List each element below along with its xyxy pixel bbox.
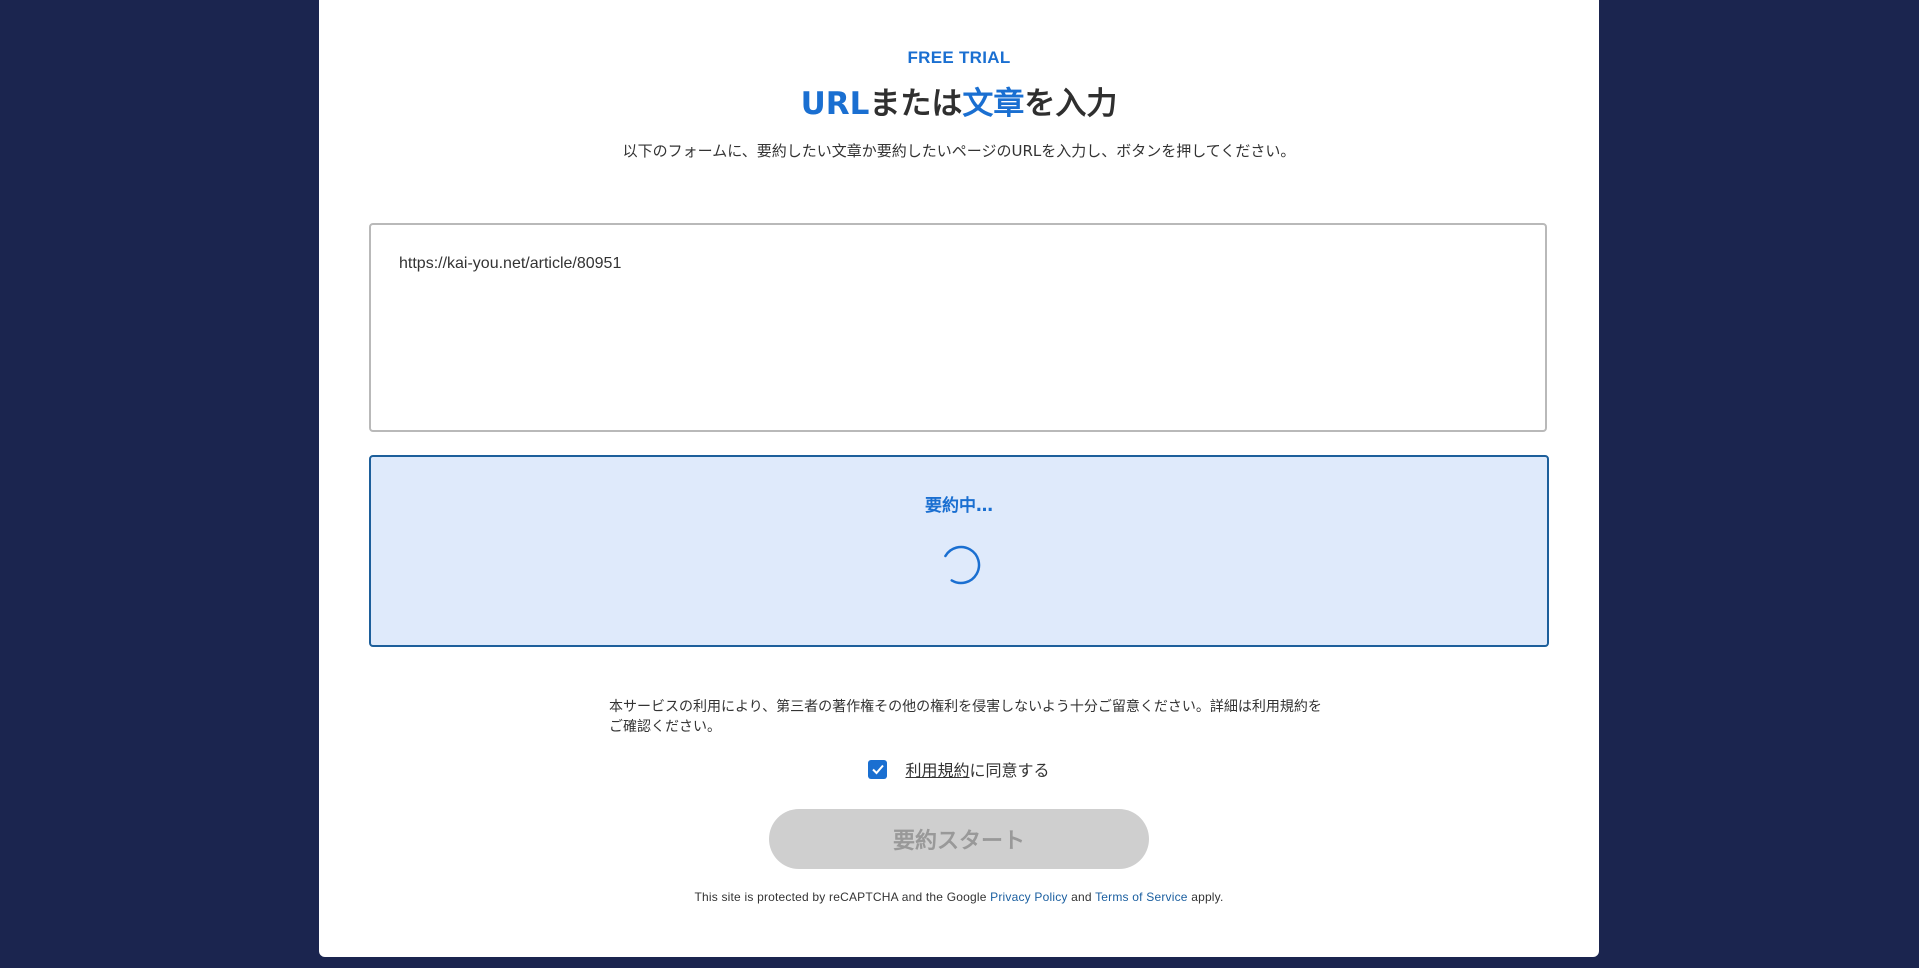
url-or-text-input[interactable]: https://kai-you.net/article/80951 (369, 223, 1547, 432)
summarizing-status-text: 要約中… (925, 496, 993, 516)
recaptcha-suffix: apply. (1187, 890, 1224, 904)
start-summary-button[interactable]: 要約スタート (769, 809, 1149, 869)
title-input: を入力 (1024, 86, 1118, 122)
terms-agree-label: 利用規約に同意する (905, 757, 1049, 781)
loading-spinner-icon (941, 545, 981, 585)
main-card: FREE TRIAL URLまたは文章を入力 以下のフォームに、要約したい文章か… (319, 0, 1599, 957)
title-text: 文章 (962, 86, 1025, 122)
terms-agree-suffix: に同意する (969, 761, 1050, 780)
terms-agree-checkbox[interactable] (868, 759, 888, 779)
recaptcha-and: and (1067, 890, 1096, 904)
privacy-policy-link[interactable]: Privacy Policy (990, 890, 1067, 904)
title-or: または (869, 86, 963, 122)
terms-link[interactable]: 利用規約 (905, 761, 969, 780)
recaptcha-notice: This site is protected by reCAPTCHA and … (319, 890, 1599, 904)
summarizing-status-panel: 要約中… (369, 455, 1549, 647)
title-url: URL (800, 86, 870, 122)
terms-of-service-link[interactable]: Terms of Service (1095, 890, 1188, 904)
recaptcha-prefix: This site is protected by reCAPTCHA and … (694, 890, 991, 904)
page-title: URLまたは文章を入力 (319, 82, 1599, 126)
page-subtitle: 以下のフォームに、要約したい文章か要約したいページのURLを入力し、ボタンを押し… (622, 142, 1296, 160)
copyright-notice: 本サービスの利用により、第三者の著作権その他の権利を侵害しないよう十分ご留意くだ… (609, 699, 1322, 735)
terms-agree-row: 利用規約に同意する (319, 757, 1599, 781)
free-trial-label: FREE TRIAL (907, 48, 1011, 67)
checkmark-icon (872, 764, 884, 775)
